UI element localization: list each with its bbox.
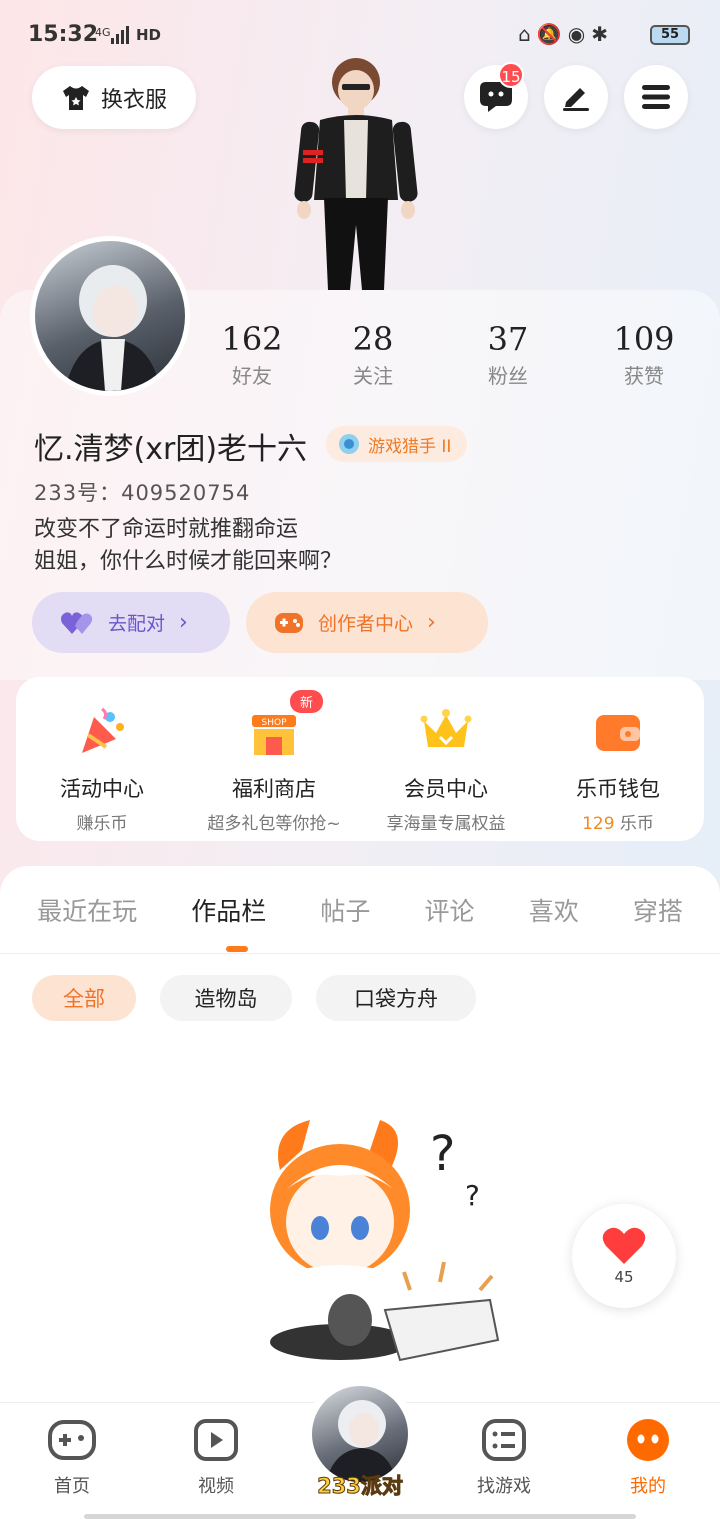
wallet-icon [596, 715, 640, 751]
hunter-badge-icon [339, 434, 359, 454]
chevron-right-icon: › [179, 610, 188, 635]
hamburger-icon [642, 85, 670, 109]
profile-avatar[interactable] [30, 236, 190, 396]
status-icons: ⌂🔕◉✱ [518, 22, 614, 46]
status-time: 15:32 [28, 22, 99, 47]
svg-text:SHOP: SHOP [262, 718, 288, 728]
tab-likes[interactable]: 喜欢 [529, 892, 579, 928]
active-tab-indicator [226, 946, 248, 952]
play-icon [194, 1419, 238, 1461]
home-indicator [84, 1514, 636, 1519]
user-id: 233号：409520754 [34, 481, 251, 505]
achievement-tag-label: 游戏猎手 II [368, 436, 452, 457]
new-badge: 新 [290, 690, 324, 713]
list-icon [482, 1419, 526, 1461]
nav-home[interactable]: 首页 [22, 1418, 122, 1498]
achievement-tag[interactable]: 游戏猎手 II [326, 426, 468, 462]
signal-icon [111, 26, 129, 44]
menu-button[interactable] [624, 65, 688, 129]
nav-party-avatar[interactable] [312, 1386, 408, 1482]
hd-indicator: HD [136, 26, 162, 44]
profile-tabs: 最近在玩 作品栏 帖子 评论 喜欢 穿搭 [0, 866, 720, 954]
tab-outfits[interactable]: 穿搭 [633, 892, 683, 928]
bluetooth-icon: ✱ [591, 22, 614, 46]
tab-works[interactable]: 作品栏 [191, 892, 266, 928]
change-outfit-button[interactable]: 换衣服 [32, 66, 196, 129]
tab-posts[interactable]: 帖子 [320, 892, 370, 928]
menu-title: 活动中心 [60, 777, 144, 801]
stat-followers[interactable]: 37 粉丝 [448, 320, 568, 389]
message-count-badge: 15 [498, 62, 524, 88]
like-count: 45 [614, 1268, 634, 1286]
nav-me[interactable]: 我的 [598, 1418, 698, 1498]
creator-center-label: 创作者中心 [318, 613, 414, 635]
match-button[interactable]: 去配对 › [32, 592, 230, 653]
nav-party-label[interactable]: 233派对 [310, 1470, 410, 1500]
hearts-icon [61, 611, 93, 634]
nav-label: 我的 [630, 1476, 666, 1497]
chip-all[interactable]: 全部 [32, 975, 136, 1021]
avatar-character[interactable] [280, 50, 430, 290]
creator-center-button[interactable]: 创作者中心 › [246, 592, 488, 653]
bio: 改变不了命运时就推翻命运 姐姐，你什么时候才能回来啊？ [34, 514, 342, 578]
menu-title: 福利商店 [232, 777, 316, 801]
battery-icon: 55 [650, 25, 690, 45]
welfare-shop[interactable]: SHOP 福利商店 超多礼包等你抢~ [189, 703, 359, 841]
coin-unit: 乐币 [614, 814, 654, 834]
tab-recent[interactable]: 最近在玩 [37, 892, 137, 928]
nav-video[interactable]: 视频 [166, 1418, 266, 1498]
gamepad-icon [48, 1420, 96, 1460]
pen-icon [563, 88, 589, 111]
profile-face-icon [627, 1419, 669, 1461]
edit-profile-button[interactable] [544, 65, 608, 129]
svg-text:?: ? [465, 1179, 480, 1212]
empty-state-illustration: ? ? [240, 1110, 510, 1380]
bio-line: 姐姐，你什么时候才能回来啊？ [34, 549, 343, 574]
tshirt-icon [62, 85, 89, 110]
nav-label: 首页 [54, 1476, 90, 1497]
chip-pocket-ark[interactable]: 口袋方舟 [316, 975, 476, 1021]
shop-icon: SHOP [252, 715, 296, 755]
coin-wallet[interactable]: 乐币钱包 129 乐币 [533, 703, 703, 841]
menu-title: 乐币钱包 [576, 777, 660, 801]
heart-icon [602, 1227, 646, 1264]
crown-icon [420, 709, 472, 747]
coin-balance: 129 [582, 814, 615, 834]
nav-find-games[interactable]: 找游戏 [454, 1418, 554, 1498]
stat-friends[interactable]: 162 好友 [192, 320, 312, 389]
menu-subtitle: 享海量专属权益 [386, 814, 506, 834]
bio-line: 改变不了命运时就推翻命运 [34, 517, 299, 542]
mute-icon: 🔕 [536, 22, 568, 46]
match-button-label: 去配对 [108, 613, 166, 635]
chip-creation-island[interactable]: 造物岛 [160, 975, 292, 1021]
menu-subtitle: 赚乐币 [76, 814, 128, 834]
menu-title: 会员中心 [404, 777, 488, 801]
menu-subtitle: 超多礼包等你抢~ [207, 814, 341, 834]
quick-menu: 活动中心 赚乐币 SHOP 福利商店 超多礼包等你抢~ 会员中心 享海量专属权益… [16, 677, 704, 841]
vip-center[interactable]: 会员中心 享海量专属权益 [361, 703, 531, 841]
chevron-right-icon: › [427, 610, 436, 635]
party-popper-icon [82, 707, 124, 753]
stat-following[interactable]: 28 关注 [313, 320, 433, 389]
gamepad-status-icon: ⌂ [518, 22, 537, 46]
network-type: 4G [95, 26, 111, 39]
gamepad-icon [275, 612, 303, 633]
menu-subtitle: 129 乐币 [533, 809, 703, 834]
activity-center[interactable]: 活动中心 赚乐币 [17, 703, 187, 841]
svg-text:?: ? [430, 1126, 455, 1182]
like-button[interactable]: 45 [572, 1204, 676, 1308]
change-outfit-label: 换衣服 [100, 87, 167, 113]
username: 忆.清梦(xr团)老十六 [34, 432, 308, 467]
nav-label: 找游戏 [477, 1476, 531, 1497]
tab-comments[interactable]: 评论 [425, 892, 475, 928]
nav-label: 视频 [198, 1476, 234, 1497]
lock-icon: ◉ [567, 22, 592, 46]
stat-likes[interactable]: 109 获赞 [584, 320, 704, 389]
